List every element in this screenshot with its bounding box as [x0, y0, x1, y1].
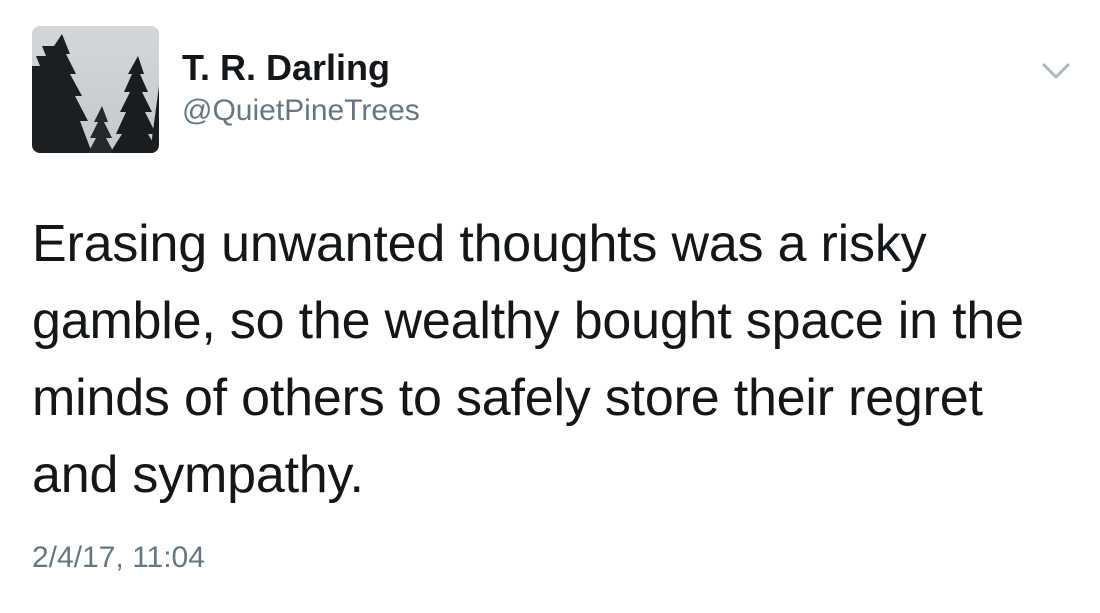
- chevron-down-icon: [1042, 63, 1070, 79]
- tweet-menu-button[interactable]: [1038, 56, 1074, 86]
- tweet-text: Erasing unwanted thoughts was a risky ga…: [32, 215, 1024, 504]
- pine-trees-avatar-icon: [32, 26, 159, 153]
- display-name[interactable]: T. R. Darling: [182, 46, 390, 90]
- tweet-card: T. R. Darling @QuietPineTrees Erasing un…: [0, 0, 1100, 613]
- user-handle[interactable]: @QuietPineTrees: [182, 92, 420, 130]
- avatar[interactable]: [32, 26, 159, 153]
- tweet-timestamp[interactable]: 2/4/17, 11:04: [32, 538, 205, 578]
